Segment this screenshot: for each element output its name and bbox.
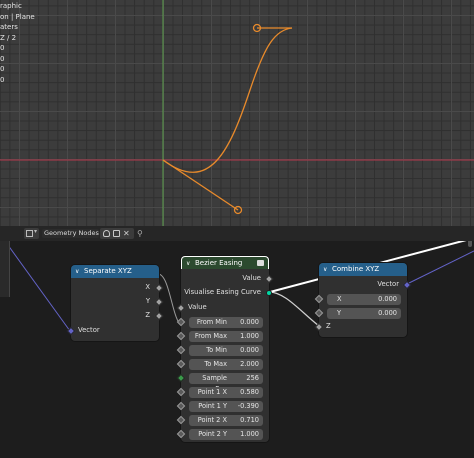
overlay-line: 0: [0, 75, 5, 84]
field-x[interactable]: X 0.000: [327, 294, 401, 305]
input-label-vector: Vector: [78, 326, 100, 334]
link-vector-input: [4, 241, 71, 332]
field-label: X: [337, 295, 342, 303]
field-label: Point 2 Y: [198, 430, 227, 438]
field-value: 2.000: [240, 360, 259, 368]
input-label-z: Z: [326, 322, 331, 330]
chevron-down-icon: ▾: [34, 228, 38, 235]
overlay-line: Z / 2: [0, 33, 17, 42]
editor-type-button[interactable]: ▾: [24, 228, 39, 239]
field-y[interactable]: Y 0.000: [327, 308, 401, 319]
field-value: 0.710: [240, 416, 259, 424]
field-value: 256: [246, 374, 259, 382]
overlay-line: raphic: [0, 2, 22, 10]
node-tree-buttons: ✕: [100, 228, 134, 239]
field-to-min[interactable]: To Min 0.000: [189, 345, 263, 356]
field-value: 0.580: [240, 388, 259, 396]
overlay-line: 0: [0, 65, 5, 73]
scroll-handle[interactable]: [468, 241, 472, 247]
overlay-line: on | Plane: [0, 12, 35, 21]
field-value: 0.000: [378, 309, 397, 317]
field-label: From Min: [196, 318, 227, 326]
field-label: Y: [337, 309, 342, 317]
field-value: 1.000: [240, 332, 259, 340]
node-editor-header: ▾ Geometry Nodes ✕ ⚲: [0, 226, 474, 241]
output-label-y: Y: [145, 297, 150, 305]
easing-curve: [162, 27, 293, 173]
node-editor-icon: [26, 230, 33, 237]
field-label: From Max: [194, 332, 227, 340]
collapse-chevron-icon[interactable]: ∨: [75, 265, 79, 278]
separate-xyz-header[interactable]: ∨ Separate XYZ: [71, 265, 159, 278]
node-group-icon[interactable]: [257, 260, 264, 266]
input-label-value: Value: [188, 303, 207, 311]
bezier-easing-node[interactable]: ∨ Bezier Easing Value Visualise Easing C…: [176, 256, 274, 442]
field-point-2-y[interactable]: Point 2 Y 1.000: [189, 429, 263, 440]
output-label-x: X: [145, 283, 150, 291]
link-value-to-z: [268, 291, 320, 327]
output-label-visualise: Visualise Easing Curve: [184, 288, 261, 296]
field-label: To Max: [204, 360, 227, 368]
output-label-vector: Vector: [377, 280, 399, 288]
node-tree-name-field[interactable]: Geometry Nodes: [42, 229, 99, 238]
node-title: Bezier Easing: [195, 259, 243, 267]
separate-xyz-node[interactable]: ∨ Separate XYZ X Y Z Vector: [66, 265, 164, 341]
field-to-max[interactable]: To Max 2.000: [189, 359, 263, 370]
graph-viewport[interactable]: raphic on | Plane aters Z / 2 0 0 0 0: [0, 0, 474, 226]
overlay-line: 0: [0, 54, 5, 63]
field-label: To Min: [206, 346, 227, 354]
field-value: 0.000: [240, 318, 259, 326]
field-from-max[interactable]: From Max 1.000: [189, 331, 263, 342]
field-label: Point 2 X: [197, 416, 227, 424]
field-point-1-y[interactable]: Point 1 Y -0.390: [189, 401, 263, 412]
overlay-line: 0: [0, 44, 5, 52]
field-label: Point 1 Y: [198, 402, 227, 410]
collapse-chevron-icon[interactable]: ∨: [323, 263, 327, 276]
field-value: -0.390: [237, 402, 259, 410]
viewport-drawing: [0, 0, 474, 226]
group-input-node-edge: [0, 241, 10, 297]
output-socket-visualise[interactable]: [266, 290, 272, 296]
overlay-line: aters: [0, 23, 18, 31]
field-value: 1.000: [240, 430, 259, 438]
viewport-overlay-text: raphic on | Plane aters Z / 2 0 0 0 0: [0, 1, 35, 85]
combine-xyz-node[interactable]: ∨ Combine XYZ Vector X 0.000 Y 0.000 Z: [314, 263, 412, 337]
bezier-easing-header[interactable]: ∨ Bezier Easing: [181, 256, 269, 269]
combine-xyz-header[interactable]: ∨ Combine XYZ: [319, 263, 407, 276]
field-point-1-x[interactable]: Point 1 X 0.580: [189, 387, 263, 398]
close-icon[interactable]: ✕: [123, 230, 130, 238]
field-value: 0.000: [240, 346, 259, 354]
field-value: 0.000: [378, 295, 397, 303]
handle-1-line: [162, 159, 239, 211]
link-vector-output: [406, 250, 474, 285]
node-title: Separate XYZ: [84, 267, 132, 275]
field-point-2-x[interactable]: Point 2 X 0.710: [189, 415, 263, 426]
field-label: Point 1 X: [197, 388, 227, 396]
pin-icon[interactable]: ⚲: [137, 229, 143, 238]
fake-user-shield-icon[interactable]: [103, 230, 110, 237]
field-from-min[interactable]: From Min 0.000: [189, 317, 263, 328]
collapse-chevron-icon[interactable]: ∨: [186, 257, 190, 270]
node-canvas[interactable]: ∨ Separate XYZ X Y Z Vector ∨ Bezier Eas…: [0, 241, 474, 458]
output-label-z: Z: [145, 311, 150, 319]
field-sample-res[interactable]: Sample Res 256: [189, 373, 263, 393]
duplicate-icon[interactable]: [113, 230, 120, 237]
output-label-value: Value: [242, 274, 261, 282]
node-title: Combine XYZ: [332, 265, 380, 273]
